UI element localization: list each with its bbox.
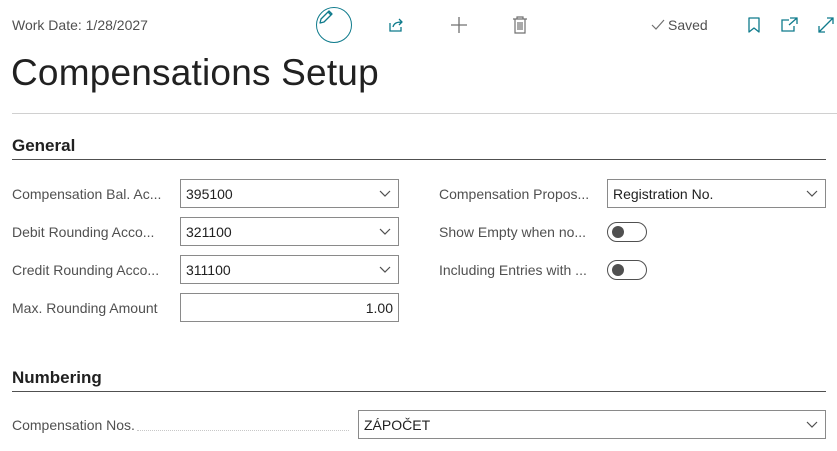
chevron-down-icon[interactable] — [372, 266, 398, 274]
saved-status: Saved — [651, 17, 708, 33]
show-empty-toggle[interactable] — [607, 222, 647, 242]
bookmark-button[interactable] — [736, 7, 772, 43]
expand-icon — [818, 17, 834, 33]
including-entries-toggle[interactable] — [607, 260, 647, 280]
page-title: Compensations Setup — [11, 52, 379, 93]
credit-rounding-account-field[interactable]: 311100 — [180, 255, 399, 284]
new-button[interactable] — [441, 7, 477, 43]
compensation-proposal-label: Compensation Propos... — [439, 186, 590, 202]
including-entries-label: Including Entries with ... — [439, 262, 587, 278]
debit-rounding-account-value: 321100 — [186, 223, 232, 240]
credit-rounding-account-label: Credit Rounding Acco... — [12, 262, 160, 278]
toggle-knob — [612, 226, 624, 238]
max-rounding-amount-field[interactable]: 1.00 — [180, 293, 399, 322]
toggle-knob — [612, 264, 624, 276]
section-numbering-divider — [12, 391, 826, 392]
compensation-bal-account-field[interactable]: 395100 — [180, 179, 399, 208]
plus-icon — [451, 17, 467, 33]
work-date: Work Date: 1/28/2027 — [12, 17, 148, 33]
chevron-down-icon[interactable] — [372, 228, 398, 236]
share-button[interactable] — [378, 7, 414, 43]
max-rounding-amount-value: 1.00 — [365, 299, 393, 316]
section-general-title[interactable]: General — [12, 136, 75, 156]
section-numbering-title[interactable]: Numbering — [12, 368, 102, 388]
pencil-icon — [319, 10, 333, 24]
open-new-window-button[interactable] — [771, 7, 807, 43]
bookmark-icon — [748, 17, 760, 33]
chevron-down-icon[interactable] — [799, 190, 825, 198]
debit-rounding-account-field[interactable]: 321100 — [180, 217, 399, 246]
check-icon — [651, 19, 665, 30]
max-rounding-amount-label: Max. Rounding Amount — [12, 300, 158, 316]
label-leader-dots — [137, 429, 349, 431]
section-general-divider — [12, 159, 826, 160]
compensation-nos-label: Compensation Nos. — [12, 417, 135, 433]
edit-button[interactable] — [316, 7, 352, 43]
trash-icon — [513, 16, 527, 34]
open-new-window-icon — [781, 17, 798, 32]
expand-button[interactable] — [808, 7, 837, 43]
compensation-bal-account-value: 395100 — [186, 185, 233, 202]
delete-button[interactable] — [502, 7, 538, 43]
show-empty-label: Show Empty when no... — [439, 224, 587, 240]
saved-label: Saved — [668, 17, 708, 33]
compensation-nos-value: ZÁPOČET — [364, 416, 431, 433]
compensation-proposal-field[interactable]: Registration No. — [607, 179, 826, 208]
header-divider — [12, 113, 837, 114]
compensation-nos-field[interactable]: ZÁPOČET — [358, 410, 826, 439]
share-icon — [389, 18, 403, 32]
compensation-bal-account-label: Compensation Bal. Ac... — [12, 186, 162, 202]
chevron-down-icon[interactable] — [799, 421, 825, 429]
debit-rounding-account-label: Debit Rounding Acco... — [12, 224, 155, 240]
credit-rounding-account-value: 311100 — [186, 261, 231, 278]
chevron-down-icon[interactable] — [372, 190, 398, 198]
compensation-proposal-value: Registration No. — [613, 185, 714, 202]
